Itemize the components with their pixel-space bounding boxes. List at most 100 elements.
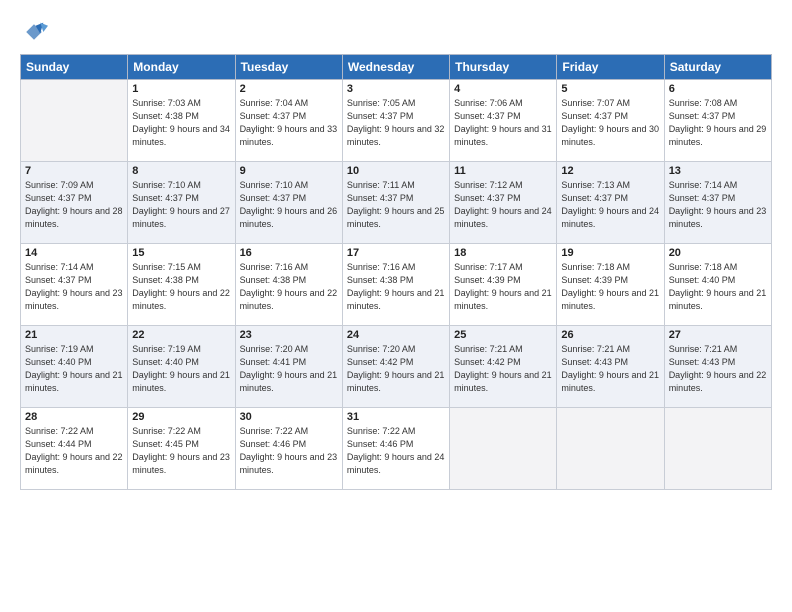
calendar-cell: 4 Sunrise: 7:06 AMSunset: 4:37 PMDaylight… [450,80,557,162]
day-number: 5 [561,83,659,95]
day-number: 28 [25,411,123,423]
day-detail: Sunrise: 7:22 AMSunset: 4:44 PMDaylight:… [25,425,123,477]
calendar-cell: 12Sunrise: 7:13 AMSunset: 4:37 PMDayligh… [557,162,664,244]
day-detail: Sunrise: 7:10 AMSunset: 4:37 PMDaylight:… [132,179,230,231]
day-detail: Sunrise: 7:14 AMSunset: 4:37 PMDaylight:… [669,179,767,231]
calendar-cell: 7 Sunrise: 7:09 AMSunset: 4:37 PMDaylight… [21,162,128,244]
day-detail: Sunrise: 7:16 AMSunset: 4:38 PMDaylight:… [240,261,338,313]
header-tuesday: Tuesday [235,55,342,80]
calendar-cell [664,408,771,490]
calendar-cell: 28 Sunrise: 7:22 AMSunset: 4:44 PMDayligh… [21,408,128,490]
calendar-cell: 14 Sunrise: 7:14 AMSunset: 4:37 PMDayligh… [21,244,128,326]
logo-icon [20,18,48,46]
calendar-cell: 17 Sunrise: 7:16 AMSunset: 4:38 PMDayligh… [342,244,449,326]
calendar-cell: 8Sunrise: 7:10 AMSunset: 4:37 PMDaylight… [128,162,235,244]
day-number: 4 [454,83,552,95]
day-number: 23 [240,329,338,341]
calendar-cell: 2 Sunrise: 7:04 AMSunset: 4:37 PMDaylight… [235,80,342,162]
day-number: 2 [240,83,338,95]
header [20,18,772,46]
day-detail: Sunrise: 7:09 AMSunset: 4:37 PMDaylight:… [25,179,123,231]
day-number: 18 [454,247,552,259]
day-detail: Sunrise: 7:08 AMSunset: 4:37 PMDaylight:… [669,97,767,149]
calendar-cell: 6 Sunrise: 7:08 AMSunset: 4:37 PMDaylight… [664,80,771,162]
day-detail: Sunrise: 7:18 AMSunset: 4:40 PMDaylight:… [669,261,767,313]
day-detail: Sunrise: 7:03 AMSunset: 4:38 PMDaylight:… [132,97,230,149]
day-number: 12 [561,165,659,177]
header-sunday: Sunday [21,55,128,80]
calendar-cell: 20 Sunrise: 7:18 AMSunset: 4:40 PMDayligh… [664,244,771,326]
header-saturday: Saturday [664,55,771,80]
day-detail: Sunrise: 7:20 AMSunset: 4:42 PMDaylight:… [347,343,445,395]
day-number: 13 [669,165,767,177]
day-number: 27 [669,329,767,341]
day-detail: Sunrise: 7:10 AMSunset: 4:37 PMDaylight:… [240,179,338,231]
day-number: 30 [240,411,338,423]
calendar-cell [450,408,557,490]
calendar-cell: 16Sunrise: 7:16 AMSunset: 4:38 PMDayligh… [235,244,342,326]
day-number: 24 [347,329,445,341]
day-detail: Sunrise: 7:22 AMSunset: 4:45 PMDaylight:… [132,425,230,477]
day-number: 11 [454,165,552,177]
day-detail: Sunrise: 7:17 AMSunset: 4:39 PMDaylight:… [454,261,552,313]
day-number: 1 [132,83,230,95]
calendar-cell: 18 Sunrise: 7:17 AMSunset: 4:39 PMDayligh… [450,244,557,326]
day-detail: Sunrise: 7:19 AMSunset: 4:40 PMDaylight:… [25,343,123,395]
calendar-cell [557,408,664,490]
day-detail: Sunrise: 7:06 AMSunset: 4:37 PMDaylight:… [454,97,552,149]
day-number: 17 [347,247,445,259]
day-detail: Sunrise: 7:16 AMSunset: 4:38 PMDaylight:… [347,261,445,313]
day-detail: Sunrise: 7:19 AMSunset: 4:40 PMDaylight:… [132,343,230,395]
calendar-week-4: 21Sunrise: 7:19 AMSunset: 4:40 PMDayligh… [21,326,772,408]
day-number: 7 [25,165,123,177]
day-number: 25 [454,329,552,341]
day-detail: Sunrise: 7:07 AMSunset: 4:37 PMDaylight:… [561,97,659,149]
calendar-table: SundayMondayTuesdayWednesdayThursdayFrid… [20,54,772,490]
calendar-cell: 10 Sunrise: 7:11 AMSunset: 4:37 PMDayligh… [342,162,449,244]
day-detail: Sunrise: 7:11 AMSunset: 4:37 PMDaylight:… [347,179,445,231]
calendar-week-5: 28 Sunrise: 7:22 AMSunset: 4:44 PMDayligh… [21,408,772,490]
calendar-cell: 1 Sunrise: 7:03 AMSunset: 4:38 PMDaylight… [128,80,235,162]
calendar-cell: 23 Sunrise: 7:20 AMSunset: 4:41 PMDayligh… [235,326,342,408]
page: SundayMondayTuesdayWednesdayThursdayFrid… [0,0,792,612]
calendar-cell: 25Sunrise: 7:21 AMSunset: 4:42 PMDayligh… [450,326,557,408]
day-number: 29 [132,411,230,423]
day-number: 10 [347,165,445,177]
day-number: 20 [669,247,767,259]
day-number: 3 [347,83,445,95]
day-detail: Sunrise: 7:20 AMSunset: 4:41 PMDaylight:… [240,343,338,395]
day-detail: Sunrise: 7:21 AMSunset: 4:43 PMDaylight:… [561,343,659,395]
day-detail: Sunrise: 7:04 AMSunset: 4:37 PMDaylight:… [240,97,338,149]
calendar-cell: 27 Sunrise: 7:21 AMSunset: 4:43 PMDayligh… [664,326,771,408]
day-number: 15 [132,247,230,259]
calendar-cell [21,80,128,162]
calendar-cell: 13 Sunrise: 7:14 AMSunset: 4:37 PMDayligh… [664,162,771,244]
calendar-cell: 21Sunrise: 7:19 AMSunset: 4:40 PMDayligh… [21,326,128,408]
calendar-week-1: 1 Sunrise: 7:03 AMSunset: 4:38 PMDaylight… [21,80,772,162]
header-monday: Monday [128,55,235,80]
day-detail: Sunrise: 7:22 AMSunset: 4:46 PMDaylight:… [240,425,338,477]
day-detail: Sunrise: 7:22 AMSunset: 4:46 PMDaylight:… [347,425,445,477]
calendar-week-2: 7 Sunrise: 7:09 AMSunset: 4:37 PMDaylight… [21,162,772,244]
day-number: 22 [132,329,230,341]
calendar-cell: 19Sunrise: 7:18 AMSunset: 4:39 PMDayligh… [557,244,664,326]
calendar-cell: 5 Sunrise: 7:07 AMSunset: 4:37 PMDaylight… [557,80,664,162]
calendar-cell: 15 Sunrise: 7:15 AMSunset: 4:38 PMDayligh… [128,244,235,326]
calendar-cell: 29 Sunrise: 7:22 AMSunset: 4:45 PMDayligh… [128,408,235,490]
day-number: 6 [669,83,767,95]
calendar-week-3: 14 Sunrise: 7:14 AMSunset: 4:37 PMDayligh… [21,244,772,326]
day-detail: Sunrise: 7:05 AMSunset: 4:37 PMDaylight:… [347,97,445,149]
calendar-cell: 11 Sunrise: 7:12 AMSunset: 4:37 PMDayligh… [450,162,557,244]
day-detail: Sunrise: 7:15 AMSunset: 4:38 PMDaylight:… [132,261,230,313]
header-thursday: Thursday [450,55,557,80]
calendar-cell: 31 Sunrise: 7:22 AMSunset: 4:46 PMDayligh… [342,408,449,490]
day-number: 31 [347,411,445,423]
header-wednesday: Wednesday [342,55,449,80]
day-detail: Sunrise: 7:21 AMSunset: 4:43 PMDaylight:… [669,343,767,395]
day-detail: Sunrise: 7:14 AMSunset: 4:37 PMDaylight:… [25,261,123,313]
calendar-cell: 26Sunrise: 7:21 AMSunset: 4:43 PMDayligh… [557,326,664,408]
calendar-cell: 22 Sunrise: 7:19 AMSunset: 4:40 PMDayligh… [128,326,235,408]
day-detail: Sunrise: 7:12 AMSunset: 4:37 PMDaylight:… [454,179,552,231]
day-number: 14 [25,247,123,259]
calendar-cell: 3 Sunrise: 7:05 AMSunset: 4:37 PMDaylight… [342,80,449,162]
